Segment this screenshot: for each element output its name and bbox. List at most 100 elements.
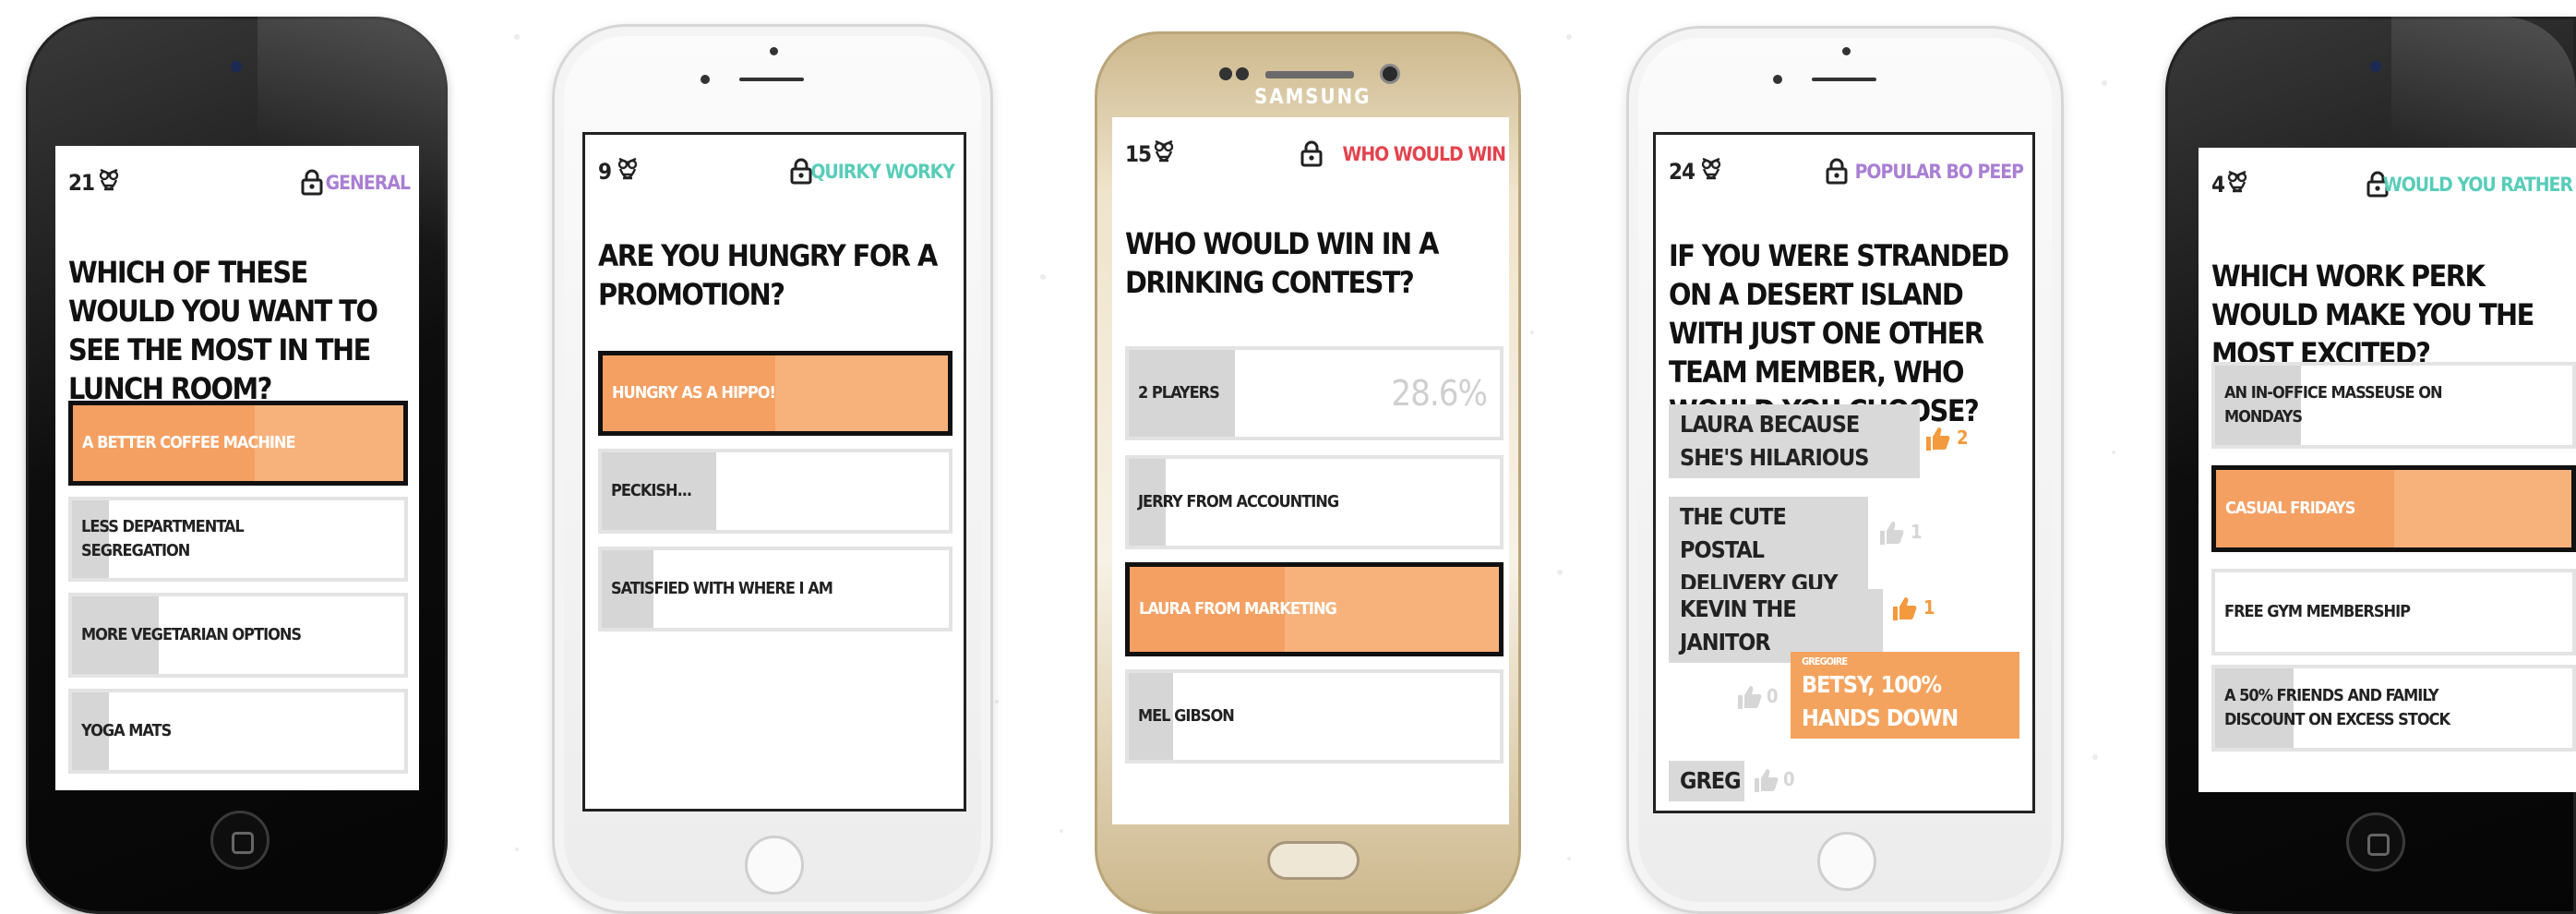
answer-bubble[interactable]: LAURA BECAUSE SHE'S HILARIOUS: [1669, 404, 1920, 478]
vote-count: 1: [1911, 521, 1923, 543]
thumbs-up-icon[interactable]: [1923, 425, 1951, 452]
points-count: 15: [1125, 141, 1152, 167]
question-text: WHO WOULD WIN IN A DRINKING CONTEST?: [1125, 226, 1439, 300]
points-count: 4: [2211, 172, 2225, 198]
poll-header: 21 GENERAL: [55, 146, 419, 220]
answer-option[interactable]: CASUAL FRIDAYS: [2211, 465, 2576, 552]
owl-icon: [99, 168, 119, 191]
phone-1-iphone: 21 GENERAL WHICH OF THESE WOULD YOU WANT…: [26, 17, 448, 914]
phone-1-screen: 21 GENERAL WHICH OF THESE WOULD YOU WANT…: [55, 146, 419, 790]
phone-4-sensor: [1773, 75, 1782, 84]
answer-text: KEVIN THE JANITOR: [1680, 595, 1797, 655]
answer-author: GREGOIRE: [1802, 655, 1848, 667]
vote-count: 2: [1957, 427, 1969, 449]
answer-label: JERRY FROM ACCOUNTING: [1138, 492, 1339, 511]
answer-option[interactable]: LAURA FROM MARKETING: [1125, 562, 1504, 656]
phone-2-sensor: [701, 75, 710, 84]
phone-4-speaker: [1812, 78, 1876, 81]
points-count: 24: [1669, 159, 1695, 185]
phone-3-home-button[interactable]: [1267, 841, 1360, 880]
points-count: 21: [68, 170, 95, 196]
category-label[interactable]: GENERAL: [326, 172, 411, 194]
phone-4-home-button[interactable]: [1817, 832, 1876, 891]
phone-3-sensor: [1236, 67, 1249, 80]
phone-2-home-button[interactable]: [745, 836, 804, 895]
my-answer-bubble[interactable]: GREGOIRE BETSY, 100% HANDS DOWN: [1791, 652, 2019, 739]
answer-label: A BETTER COFFEE MACHINE: [82, 433, 296, 452]
answer-label: LAURA FROM MARKETING: [1139, 599, 1337, 619]
answer-label: LESS DEPARTMENTAL SEGREGATION: [81, 517, 245, 560]
owl-icon: [2227, 170, 2247, 193]
answer-text: LAURA BECAUSE SHE'S HILARIOUS: [1680, 411, 1869, 471]
answer-label: FREE GYM MEMBERSHIP: [2224, 602, 2411, 621]
owl-icon: [1701, 157, 1721, 180]
phone-5-camera: [2370, 61, 2381, 72]
answer-option[interactable]: AN IN-OFFICE MASSEUSE ON MONDAYS: [2211, 362, 2576, 449]
answer-option[interactable]: LESS DEPARTMENTAL SEGREGATION: [68, 497, 408, 582]
phone-2-screen: 9 QUIRKY WORKY ARE YOU HUNGRY FOR A PROM…: [582, 132, 966, 812]
question-text: ARE YOU HUNGRY FOR A PROMOTION?: [598, 238, 938, 312]
vote-count: 1: [1923, 596, 1935, 619]
phone-4-camera: [1842, 47, 1851, 55]
phone-2-iphone: 9 QUIRKY WORKY ARE YOU HUNGRY FOR A PROM…: [552, 24, 993, 914]
question-text: WHICH OF THESE WOULD YOU WANT TO SEE THE…: [68, 255, 378, 406]
brand-label: SAMSUNG: [1254, 86, 1372, 109]
answer-option[interactable]: HUNGRY AS A HIPPO!: [598, 351, 953, 436]
poll-header: 9 QUIRKY WORKY: [585, 135, 964, 209]
poll-header: 15 WHO WOULD WIN: [1112, 117, 1509, 191]
question-text: IF YOU WERE STRANDED ON A DESERT ISLAND …: [1669, 238, 2009, 428]
answer-option[interactable]: PECKISH...: [598, 449, 953, 534]
answer-option[interactable]: YOGA MATS: [68, 689, 408, 774]
thumbs-up-icon[interactable]: [1735, 683, 1763, 711]
phone-4-iphone: 24 POPULAR BO PEEP IF YOU WERE STRANDED …: [1626, 26, 2064, 914]
owl-icon: [1154, 139, 1174, 162]
answer-bubble[interactable]: GREG: [1669, 761, 1744, 801]
category-label[interactable]: POPULAR BO PEEP: [1855, 161, 2024, 183]
answer-bubble[interactable]: THE CUTE POSTAL DELIVERY GUY: [1669, 497, 1868, 604]
answer-label: MEL GIBSON: [1138, 706, 1235, 726]
category-label[interactable]: WHO WOULD WIN: [1342, 143, 1506, 165]
lock-icon[interactable]: [301, 168, 323, 196]
poll-header: 24 POPULAR BO PEEP: [1656, 135, 2032, 209]
answer-option[interactable]: MORE VEGETARIAN OPTIONS: [68, 593, 408, 678]
thumbs-up-icon[interactable]: [1877, 519, 1905, 547]
category-label[interactable]: QUIRKY WORKY: [810, 161, 955, 183]
answer-option[interactable]: FREE GYM MEMBERSHIP: [2211, 569, 2576, 655]
question-text: WHICH WORK PERK WOULD MAKE YOU THE MOST …: [2211, 259, 2534, 371]
answer-text: GREG: [1680, 767, 1742, 794]
answer-option[interactable]: MEL GIBSON: [1125, 669, 1504, 764]
answer-option[interactable]: 2 PLAYERS 28.6%: [1125, 346, 1504, 440]
lock-icon[interactable]: [1826, 157, 1848, 185]
category-label[interactable]: WOULD YOU RATHER: [2383, 174, 2573, 196]
thumbs-up-icon[interactable]: [1752, 766, 1779, 794]
phone-5-screen: 4 WOULD YOU RATHER WHICH WORK PERK WOULD…: [2199, 148, 2576, 792]
vote-count: 0: [1783, 768, 1795, 790]
phone-5-home-button[interactable]: [2346, 812, 2405, 872]
phone-3-screen: 15 WHO WOULD WIN WHO WOULD WIN IN A DRIN…: [1112, 117, 1509, 824]
answer-label: 2 PLAYERS: [1138, 383, 1220, 403]
phone-2-speaker: [739, 78, 804, 81]
answer-option[interactable]: JERRY FROM ACCOUNTING: [1125, 455, 1504, 549]
points-count: 9: [598, 159, 612, 185]
phone-2-camera: [770, 47, 778, 55]
answer-option[interactable]: SATISFIED WITH WHERE I AM: [598, 547, 953, 631]
lock-icon[interactable]: [790, 157, 812, 185]
phone-3-sensor: [1219, 67, 1232, 80]
thumbs-up-icon[interactable]: [1890, 595, 1918, 622]
lock-icon[interactable]: [1300, 139, 1323, 167]
answer-option[interactable]: A BETTER COFFEE MACHINE: [68, 401, 408, 486]
answer-label: SATISFIED WITH WHERE I AM: [611, 579, 833, 598]
phone-3-camera: [1380, 64, 1400, 84]
answer-label: PECKISH...: [611, 481, 692, 500]
poll-header: 4 WOULD YOU RATHER: [2199, 148, 2576, 222]
answer-label: HUNGRY AS A HIPPO!: [612, 383, 776, 403]
answer-label: YOGA MATS: [81, 721, 172, 740]
answer-label: AN IN-OFFICE MASSEUSE ON MONDAYS: [2224, 383, 2443, 427]
answer-label: MORE VEGETARIAN OPTIONS: [81, 625, 302, 644]
phone-1-home-button[interactable]: [210, 811, 270, 870]
phone-3-speaker: [1265, 71, 1354, 78]
answer-option[interactable]: A 50% FRIENDS AND FAMILY DISCOUNT ON EXC…: [2211, 665, 2576, 752]
phone-4-screen: 24 POPULAR BO PEEP IF YOU WERE STRANDED …: [1653, 132, 2035, 813]
vote-count: 0: [1767, 685, 1779, 707]
result-percent: 28.6%: [1391, 373, 1488, 414]
